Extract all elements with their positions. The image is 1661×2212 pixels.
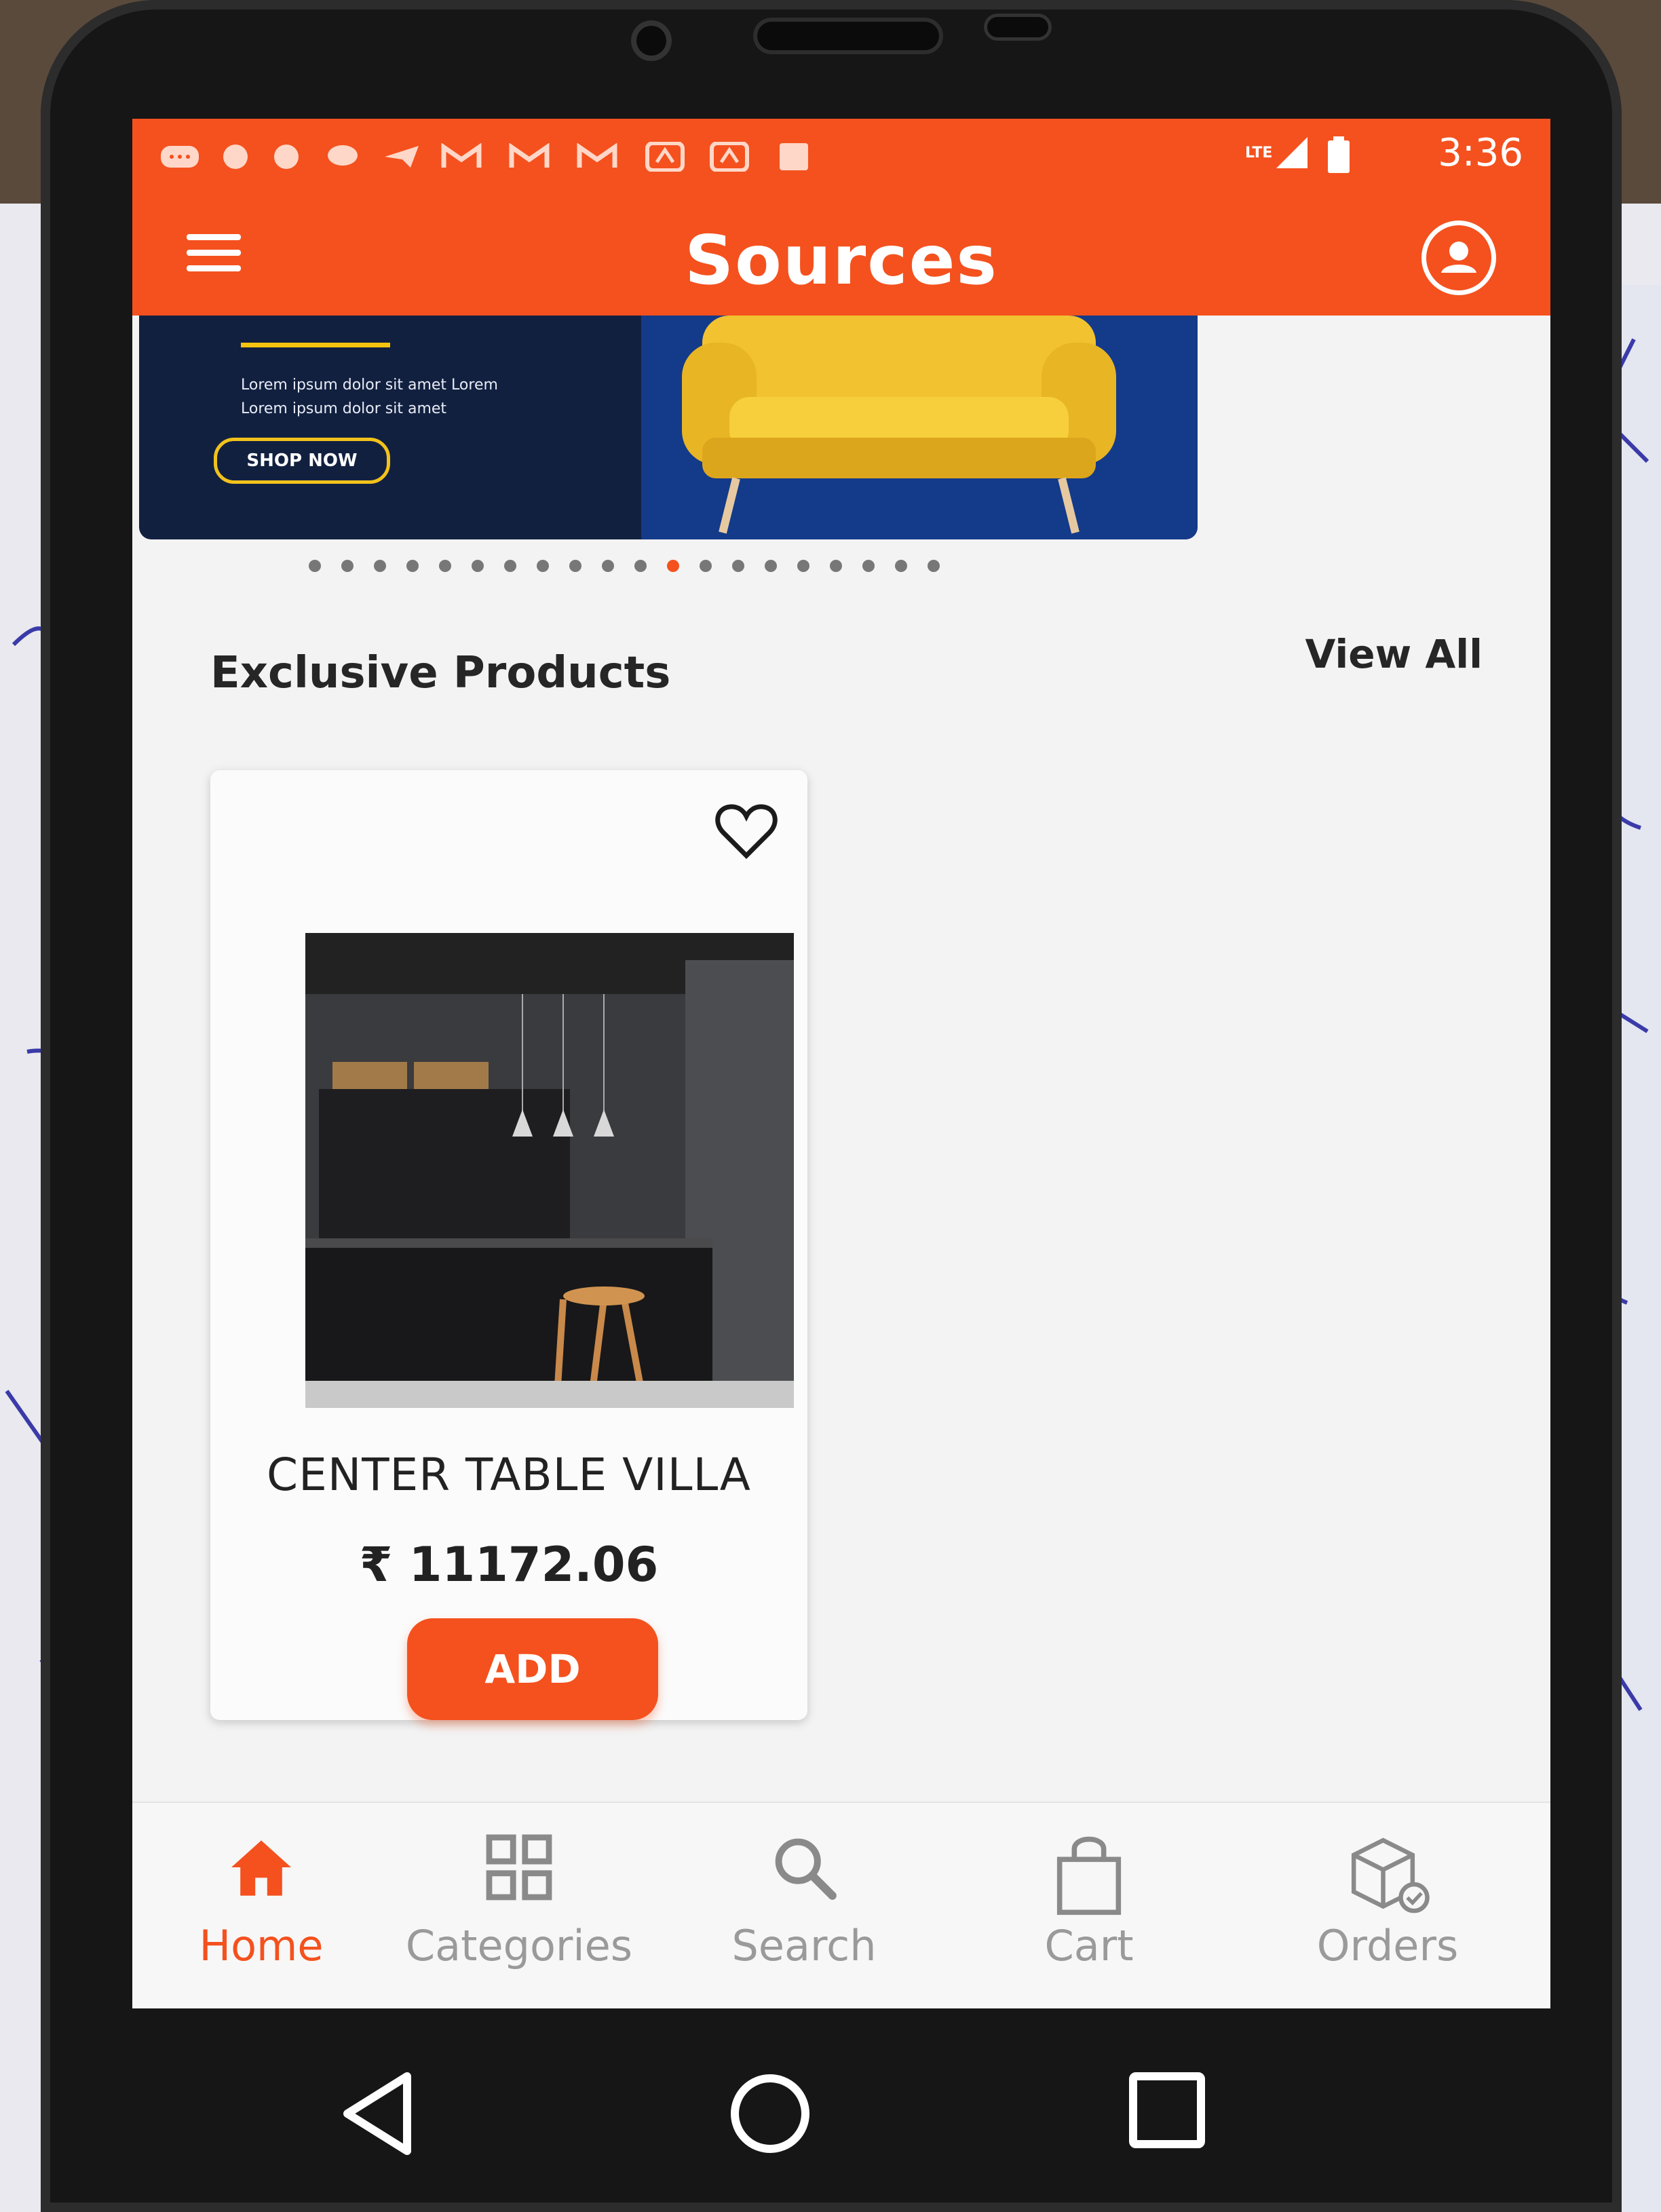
nav-item-cart[interactable]: Cart (960, 1830, 1218, 1970)
grid-icon (486, 1834, 552, 1901)
home-icon (231, 1840, 291, 1896)
gmail-icon (509, 143, 550, 170)
carousel-dot[interactable] (406, 560, 419, 572)
back-icon[interactable] (339, 2070, 421, 2158)
carousel-dot[interactable] (928, 560, 940, 572)
jio-icon (271, 143, 301, 170)
carousel-dot[interactable] (309, 560, 321, 572)
phone-body: LTE 3:36 Sources Lorem ipsum dolor sit a… (41, 0, 1622, 2212)
proximity-sensor (984, 14, 1052, 41)
status-time: 3:36 (1438, 131, 1523, 175)
nav-item-home[interactable]: Home (132, 1830, 390, 1970)
front-camera (631, 20, 672, 61)
user-circle-icon[interactable] (1421, 221, 1496, 295)
carousel-dot[interactable] (374, 560, 386, 572)
network-type: LTE (1245, 144, 1273, 161)
earpiece-speaker (753, 18, 943, 54)
status-bar: LTE 3:36 (132, 119, 1550, 193)
gmail-icon (577, 143, 617, 170)
carousel-dot[interactable] (732, 560, 744, 572)
nav-item-orders[interactable]: Orders (1259, 1830, 1516, 1970)
carousel-dot[interactable] (862, 560, 875, 572)
banner-text-line1: Lorem ipsum dolor sit amet Lorem (241, 377, 498, 394)
bottom-nav: Home Categories Search Cart Orders (132, 1801, 1550, 2008)
search-icon (775, 1838, 837, 1900)
android-system-nav (41, 2008, 1622, 2212)
carousel-dot[interactable] (797, 560, 809, 572)
message-icon (326, 143, 360, 170)
telegram-icon (383, 143, 420, 170)
add-to-cart-button[interactable]: ADD (407, 1618, 658, 1720)
carousel-dot[interactable] (634, 560, 647, 572)
saavn-icon (709, 142, 750, 172)
carousel-dot[interactable] (341, 560, 354, 572)
nav-label-orders: Orders (1316, 1921, 1459, 1970)
carousel-dot[interactable] (569, 560, 581, 572)
carousel-dot[interactable] (472, 560, 484, 572)
battery-icon (1326, 135, 1351, 176)
nav-item-categories[interactable]: Categories (390, 1830, 648, 1970)
carousel-dot[interactable] (602, 560, 614, 572)
carousel-dot[interactable] (765, 560, 777, 572)
gmail-icon (441, 143, 482, 170)
product-card[interactable]: CENTER TABLE VILLA ₹ 11172.06 ADD (210, 770, 807, 1720)
product-name[interactable]: CENTER TABLE VILLA (210, 1449, 807, 1501)
nav-label-cart: Cart (1044, 1921, 1134, 1970)
shopping-bag-icon (1056, 1836, 1122, 1915)
heart-outline-icon[interactable] (712, 797, 780, 865)
carousel-indicator[interactable] (309, 560, 940, 572)
home-circle-icon[interactable] (726, 2070, 814, 2158)
carousel-dot[interactable] (537, 560, 549, 572)
app-bar: Sources (132, 193, 1550, 316)
shop-now-button[interactable]: SHOP NOW (214, 438, 390, 484)
sofa-image (682, 316, 1116, 534)
nav-label-categories: Categories (405, 1921, 633, 1970)
product-image[interactable] (305, 933, 794, 1408)
carousel-dot[interactable] (895, 560, 907, 572)
view-all-link[interactable]: View All (1305, 631, 1483, 677)
lte-signal-icon: LTE (1245, 132, 1309, 173)
banner-text-line2: Lorem ipsum dolor sit amet (241, 400, 447, 417)
promo-banner[interactable]: Lorem ipsum dolor sit amet Lorem Lorem i… (139, 316, 1198, 539)
square-icon (777, 143, 811, 170)
app-title: Sources (685, 221, 998, 300)
banner-accent-line (241, 343, 390, 347)
carousel-dot[interactable] (439, 560, 451, 572)
app-screen: LTE 3:36 Sources Lorem ipsum dolor sit a… (132, 119, 1550, 2008)
nav-label-search: Search (731, 1921, 877, 1970)
carousel-dot[interactable] (700, 560, 712, 572)
nav-label-home: Home (199, 1921, 324, 1970)
package-icon (1351, 1837, 1430, 1913)
chat-icon (159, 143, 200, 170)
carousel-dot[interactable] (504, 560, 516, 572)
recents-icon[interactable] (1126, 2070, 1208, 2151)
jio-icon (221, 143, 250, 170)
section-title: Exclusive Products (210, 648, 671, 698)
nav-item-search[interactable]: Search (675, 1830, 933, 1970)
carousel-dot[interactable] (830, 560, 842, 572)
saavn-icon (645, 142, 685, 172)
product-price: ₹ 11172.06 (359, 1537, 659, 1593)
carousel-dot[interactable] (667, 560, 679, 572)
